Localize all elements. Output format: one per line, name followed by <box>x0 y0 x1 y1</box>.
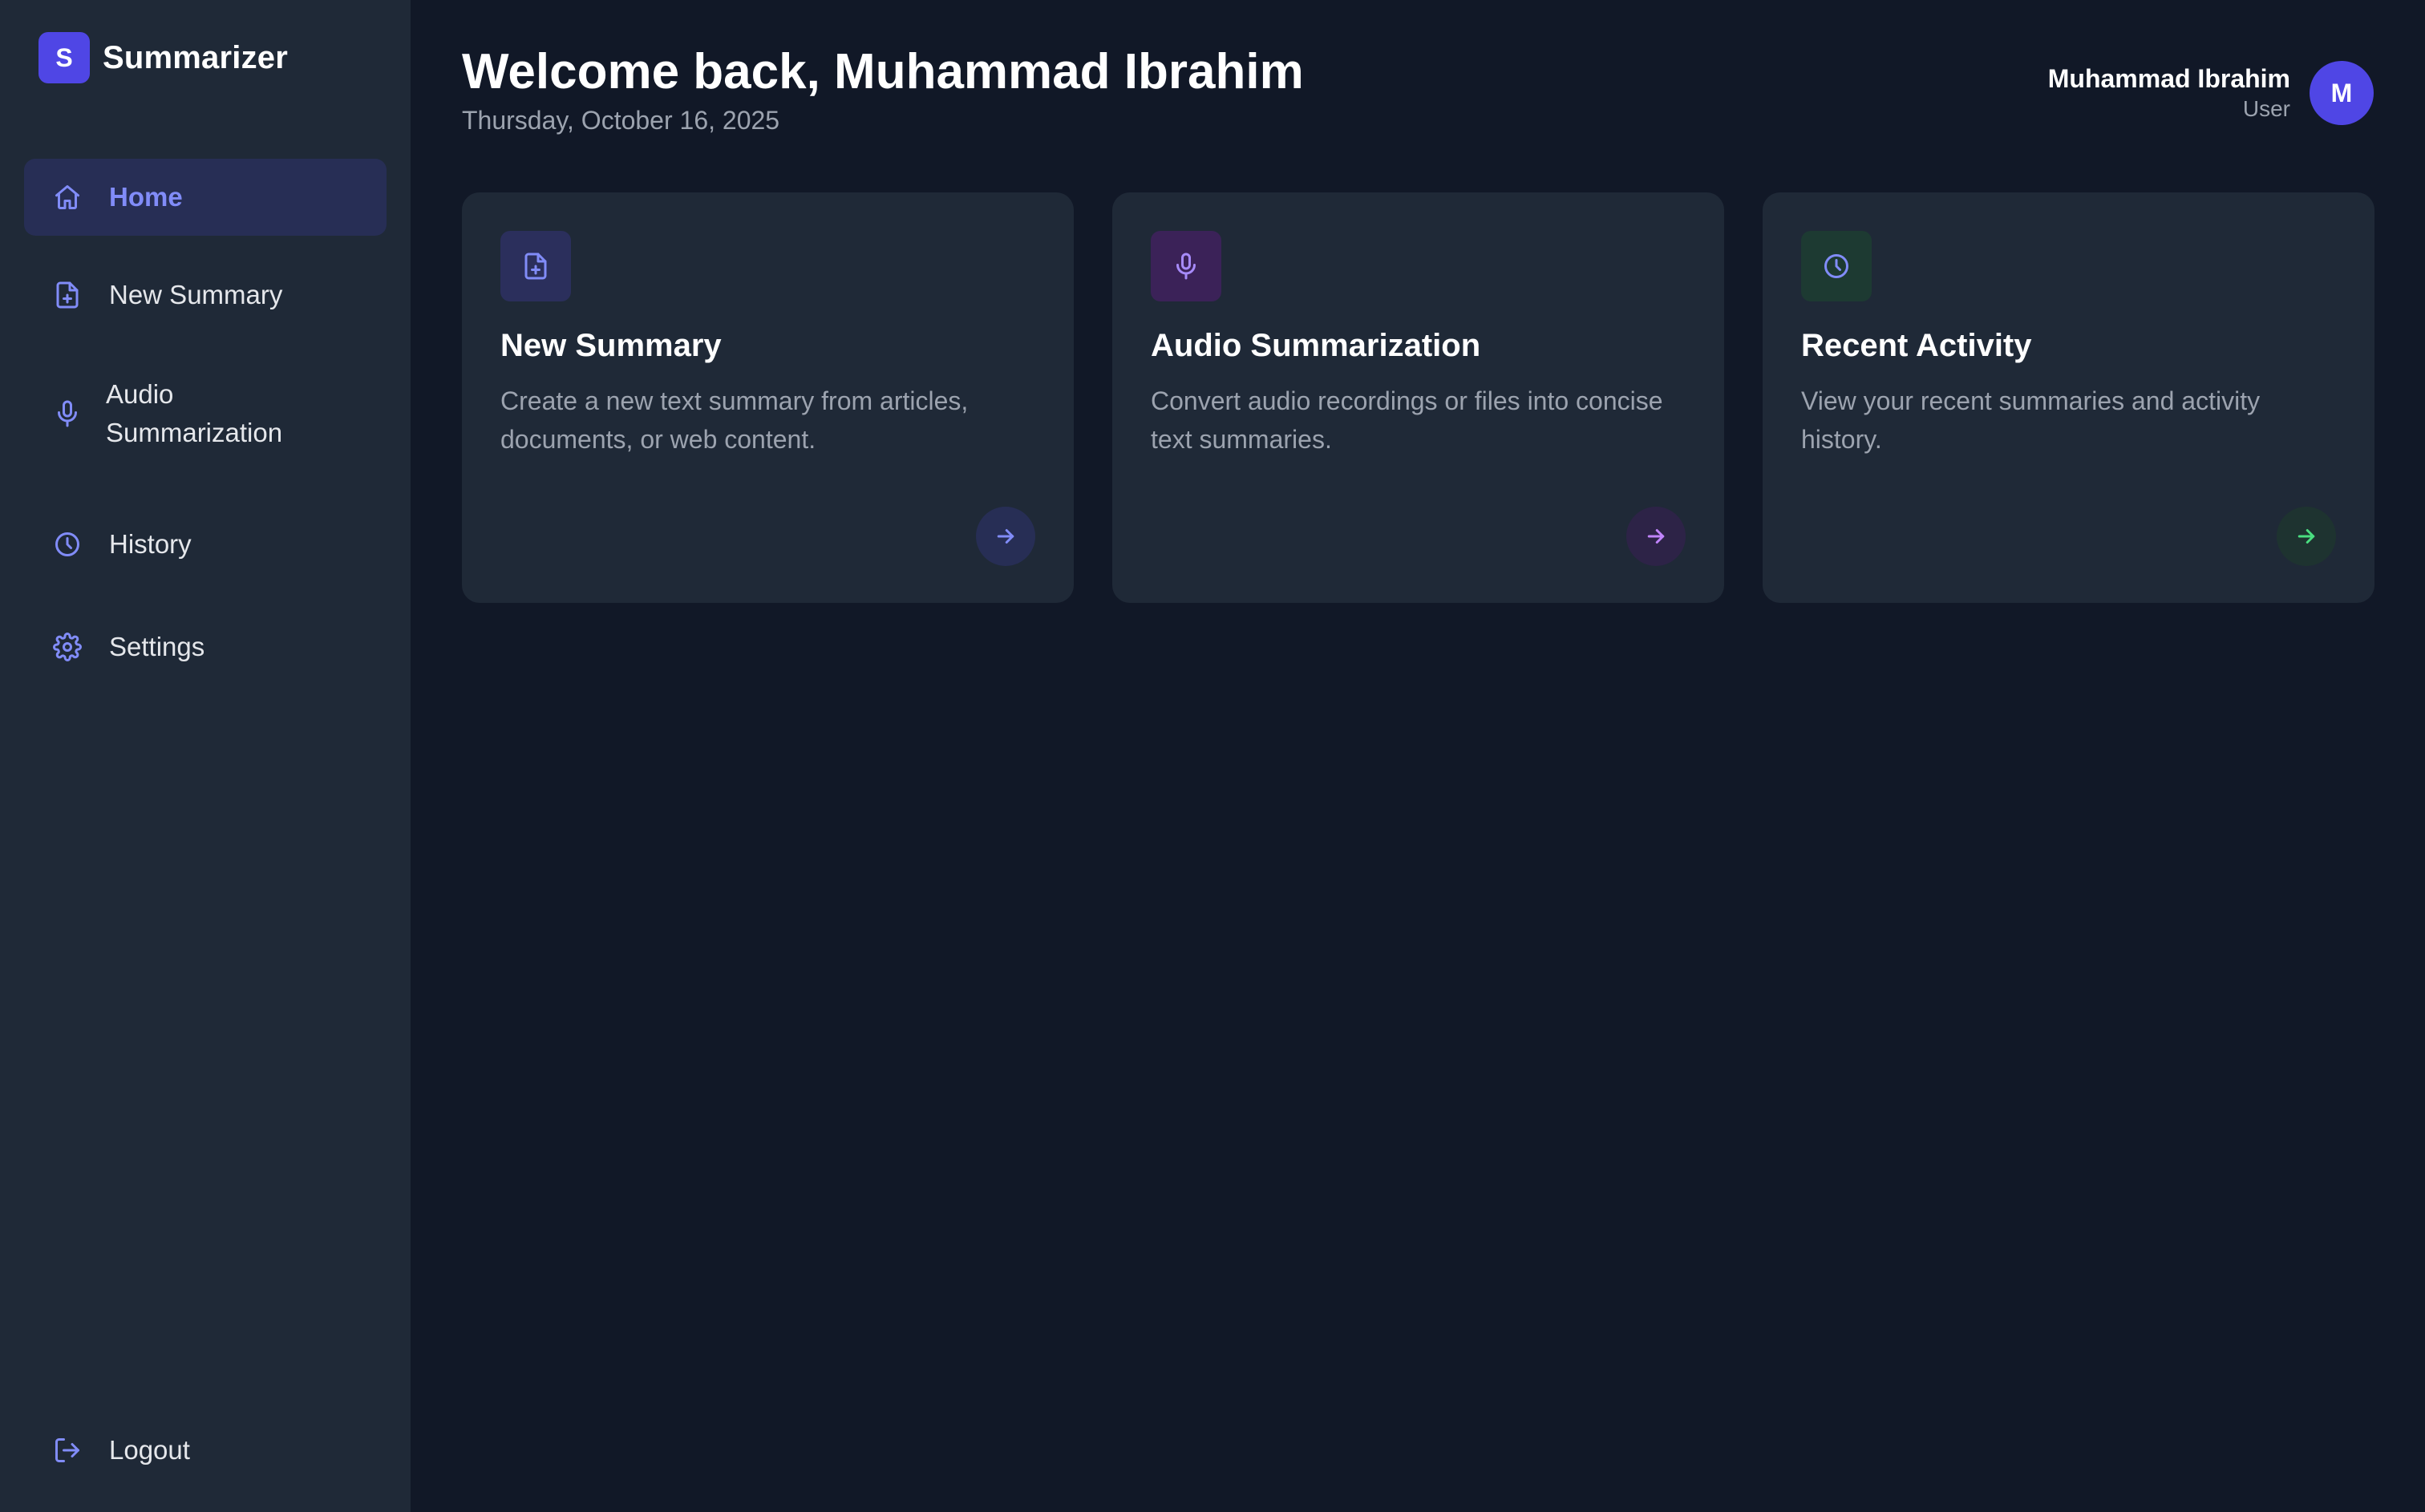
user-profile[interactable]: Muhammad Ibrahim User M <box>2048 61 2374 125</box>
clock-icon <box>1801 231 1872 301</box>
card-description: View your recent summaries and activity … <box>1801 386 2261 454</box>
sidebar-item-history[interactable]: History <box>24 512 387 576</box>
gear-icon <box>51 631 83 663</box>
card-audio-summarization[interactable]: Audio Summarization Convert audio record… <box>1112 192 1724 603</box>
card-title: Recent Activity <box>1801 328 2032 363</box>
card-description: Convert audio recordings or files into c… <box>1151 386 1663 454</box>
user-name: Muhammad Ibrahim <box>2047 64 2290 93</box>
card-description: Create a new text summary from articles,… <box>500 386 969 454</box>
sidebar-item-settings[interactable]: Settings <box>24 615 387 679</box>
file-plus-icon <box>51 279 83 311</box>
sidebar-item-label: Audio Summarization <box>106 375 282 452</box>
card-title: Audio Summarization <box>1151 328 1481 363</box>
arrow-right-icon[interactable] <box>2277 507 2336 566</box>
app-root: S Summarizer Home New Summary Audio Summ… <box>0 0 2425 1512</box>
sidebar-item-label: New Summary <box>109 280 283 309</box>
logout-label: Logout <box>109 1435 190 1465</box>
card-title: New Summary <box>500 328 722 363</box>
clock-icon <box>51 528 83 560</box>
microphone-icon <box>51 398 83 430</box>
avatar[interactable]: M <box>2310 61 2374 125</box>
arrow-right-icon[interactable] <box>1626 507 1686 566</box>
sidebar-item-home[interactable]: Home <box>24 159 387 236</box>
file-plus-icon <box>500 231 571 301</box>
arrow-right-icon[interactable] <box>976 507 1035 566</box>
current-date: Thursday, October 16, 2025 <box>462 106 780 135</box>
card-recent-activity[interactable]: Recent Activity View your recent summari… <box>1763 192 2374 603</box>
home-icon <box>51 181 83 213</box>
brand[interactable]: S Summarizer <box>38 32 288 83</box>
feature-cards: New Summary Create a new text summary fr… <box>462 192 2374 603</box>
sidebar-item-label: Settings <box>109 632 205 661</box>
user-info: Muhammad Ibrahim User <box>2048 63 2290 123</box>
sidebar-item-label: History <box>109 529 192 559</box>
sidebar-item-audio-summarization[interactable]: Audio Summarization <box>24 375 387 452</box>
sidebar-item-label: Home <box>109 182 183 212</box>
main-content: Welcome back, Muhammad Ibrahim Thursday,… <box>411 0 2425 1512</box>
user-role: User <box>2242 96 2290 121</box>
logout-icon <box>51 1434 83 1466</box>
page-title: Welcome back, Muhammad Ibrahim <box>462 44 1304 99</box>
brand-logo: S <box>38 32 90 83</box>
microphone-icon <box>1151 231 1221 301</box>
sidebar-item-label-line: Summarization <box>106 418 283 447</box>
logout-button[interactable]: Logout <box>24 1422 387 1478</box>
sidebar-item-new-summary[interactable]: New Summary <box>24 263 387 327</box>
sidebar-item-label-line: Audio <box>106 379 174 409</box>
brand-name: Summarizer <box>103 39 288 75</box>
sidebar: S Summarizer Home New Summary Audio Summ… <box>0 0 411 1512</box>
card-new-summary[interactable]: New Summary Create a new text summary fr… <box>462 192 1074 603</box>
